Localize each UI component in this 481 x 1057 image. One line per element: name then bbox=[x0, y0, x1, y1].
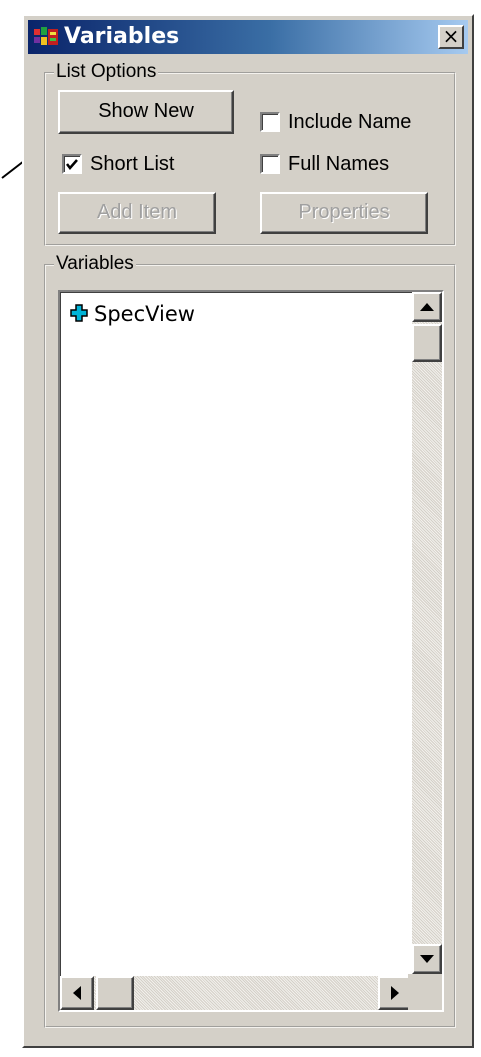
tree-item-label: SpecView bbox=[94, 302, 195, 326]
full-names-label[interactable]: Full Names bbox=[288, 152, 389, 176]
short-list-label[interactable]: Short List bbox=[90, 152, 174, 176]
window-title: Variables bbox=[64, 24, 180, 49]
horizontal-scroll-thumb[interactable] bbox=[96, 976, 134, 1010]
list-options-group: List Options Show New Include Name Short… bbox=[44, 61, 456, 246]
scroll-down-button[interactable] bbox=[412, 944, 442, 974]
variables-tree[interactable]: SpecView bbox=[58, 290, 444, 1012]
arrow-down-icon bbox=[420, 955, 434, 963]
properties-button[interactable]: Properties bbox=[260, 192, 428, 234]
close-button[interactable]: × bbox=[438, 25, 464, 49]
arrow-left-icon bbox=[73, 986, 81, 1000]
full-names-checkbox[interactable] bbox=[260, 154, 280, 174]
add-item-button[interactable]: Add Item bbox=[58, 192, 216, 234]
show-new-button[interactable]: Show New bbox=[58, 90, 234, 134]
arrow-up-icon bbox=[420, 303, 434, 311]
title-bar[interactable]: Variables × bbox=[28, 20, 468, 54]
include-name-checkbox[interactable] bbox=[260, 112, 280, 132]
scroll-right-button[interactable] bbox=[378, 976, 412, 1010]
vertical-scroll-thumb[interactable] bbox=[412, 324, 442, 362]
add-item-label: Add Item bbox=[96, 201, 178, 223]
variables-legend: Variables bbox=[54, 253, 136, 275]
list-options-legend: List Options bbox=[54, 61, 159, 83]
variables-window: Variables × List Options Show New Includ… bbox=[22, 14, 474, 1048]
arrow-right-icon bbox=[391, 986, 399, 1000]
expand-plus-icon[interactable] bbox=[70, 304, 88, 322]
scroll-left-button[interactable] bbox=[60, 976, 94, 1010]
checkmark-icon bbox=[66, 159, 78, 170]
scroll-up-button[interactable] bbox=[412, 292, 442, 322]
variables-app-icon bbox=[34, 27, 58, 45]
scroll-corner bbox=[408, 974, 442, 1010]
include-name-label[interactable]: Include Name bbox=[288, 110, 411, 134]
short-list-checkbox[interactable] bbox=[62, 154, 82, 174]
horizontal-scrollbar[interactable] bbox=[60, 976, 412, 1010]
vertical-scrollbar[interactable] bbox=[412, 292, 442, 974]
properties-label: Properties bbox=[298, 201, 390, 223]
show-new-label: Show New bbox=[98, 100, 194, 122]
